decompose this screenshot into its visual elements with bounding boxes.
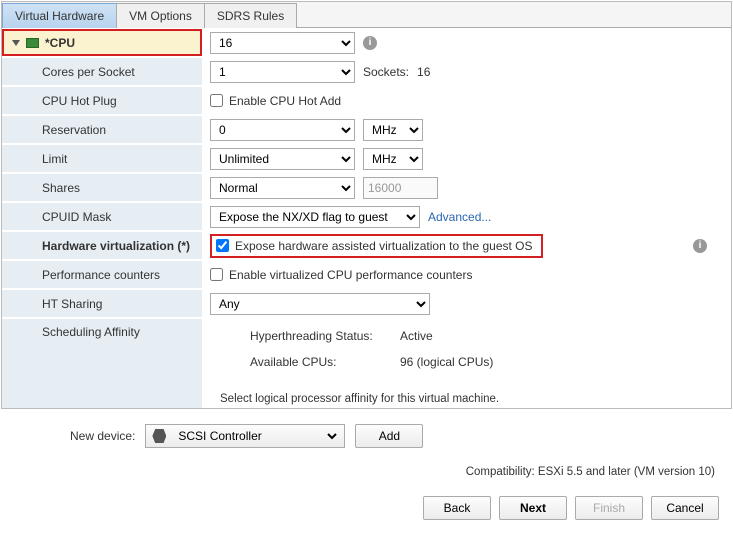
cores-per-socket-label: Cores per Socket xyxy=(2,58,202,85)
compatibility-text: Compatibility: ESXi 5.5 and later (VM ve… xyxy=(10,466,723,478)
performance-counters-row: Performance counters Enable virtualized … xyxy=(2,260,731,289)
ht-sharing-row: HT Sharing Any xyxy=(2,289,731,318)
affinity-help-1: Select logical processor affinity for th… xyxy=(220,391,640,408)
add-button[interactable]: Add xyxy=(355,424,423,448)
perf-counters-checkbox-wrap[interactable]: Enable virtualized CPU performance count… xyxy=(210,268,472,282)
ht-sharing-select[interactable]: Any xyxy=(210,293,430,315)
settings-body: *CPU 16 i Cores per Socket 1 Sockets: 16… xyxy=(2,28,731,408)
cancel-button[interactable]: Cancel xyxy=(651,496,719,520)
cpu-hot-plug-row: CPU Hot Plug Enable CPU Hot Add xyxy=(2,86,731,115)
limit-unit-select[interactable]: MHz xyxy=(363,148,423,170)
perf-counters-text: Enable virtualized CPU performance count… xyxy=(229,268,472,282)
ht-sharing-label: HT Sharing xyxy=(2,290,202,317)
shares-select[interactable]: Normal xyxy=(210,177,355,199)
cpu-hot-add-checkbox-wrap[interactable]: Enable CPU Hot Add xyxy=(210,94,341,108)
tab-strip: Virtual Hardware VM Options SDRS Rules xyxy=(2,2,731,28)
info-icon[interactable]: i xyxy=(693,239,707,253)
shares-label: Shares xyxy=(2,174,202,201)
available-cpus-value: 96 (logical CPUs) xyxy=(400,355,493,369)
hardware-virtualization-label: Hardware virtualization (*) xyxy=(2,232,202,259)
cores-per-socket-row: Cores per Socket 1 Sockets: 16 xyxy=(2,57,731,86)
ht-status-value: Active xyxy=(400,329,433,343)
new-device-label: New device: xyxy=(70,429,135,443)
cores-per-socket-select[interactable]: 1 xyxy=(210,61,355,83)
shares-value-input xyxy=(363,177,438,199)
footer: New device: SCSI Controller Add Compatib… xyxy=(0,410,733,534)
cpu-section-header[interactable]: *CPU 16 i xyxy=(2,28,731,57)
performance-counters-label: Performance counters xyxy=(2,261,202,288)
scheduling-affinity-label: Scheduling Affinity xyxy=(2,319,202,408)
info-icon[interactable]: i xyxy=(363,36,377,50)
expand-icon[interactable] xyxy=(12,40,20,46)
cpuid-mask-label: CPUID Mask xyxy=(2,203,202,230)
ht-status-label: Hyperthreading Status: xyxy=(250,329,400,343)
hv-expose-checkbox-wrap[interactable]: Expose hardware assisted virtualization … xyxy=(216,239,533,253)
limit-label: Limit xyxy=(2,145,202,172)
hardware-virtualization-row: Hardware virtualization (*) Expose hardw… xyxy=(2,231,731,260)
back-button[interactable]: Back xyxy=(423,496,491,520)
cpuid-mask-row: CPUID Mask Expose the NX/XD flag to gues… xyxy=(2,202,731,231)
cpu-hot-plug-label: CPU Hot Plug xyxy=(2,87,202,114)
scheduling-affinity-row: Scheduling Affinity Hyperthreading Statu… xyxy=(2,318,731,408)
sockets-label: Sockets: xyxy=(363,65,409,79)
finish-button: Finish xyxy=(575,496,643,520)
new-device-select[interactable]: SCSI Controller xyxy=(170,425,340,447)
hv-expose-text: Expose hardware assisted virtualization … xyxy=(235,239,533,253)
tab-virtual-hardware[interactable]: Virtual Hardware xyxy=(2,3,117,28)
reservation-unit-select[interactable]: MHz xyxy=(363,119,423,141)
sockets-value: 16 xyxy=(417,65,430,79)
tab-sdrs-rules[interactable]: SDRS Rules xyxy=(204,3,297,28)
reservation-select[interactable]: 0 xyxy=(210,119,355,141)
cpu-icon xyxy=(26,38,39,48)
cpu-header-label: *CPU xyxy=(45,36,75,50)
tab-vm-options[interactable]: VM Options xyxy=(116,3,205,28)
cpu-count-select[interactable]: 16 xyxy=(210,32,355,54)
next-button[interactable]: Next xyxy=(499,496,567,520)
device-icon xyxy=(152,429,166,443)
limit-select[interactable]: Unlimited xyxy=(210,148,355,170)
reservation-label: Reservation xyxy=(2,116,202,143)
reservation-row: Reservation 0 MHz xyxy=(2,115,731,144)
cpu-hot-add-text: Enable CPU Hot Add xyxy=(229,94,341,108)
available-cpus-label: Available CPUs: xyxy=(250,355,400,369)
cpuid-advanced-link[interactable]: Advanced... xyxy=(428,210,491,224)
perf-counters-checkbox[interactable] xyxy=(210,268,223,281)
cpuid-mask-select[interactable]: Expose the NX/XD flag to guest xyxy=(210,206,420,228)
cpu-hot-add-checkbox[interactable] xyxy=(210,94,223,107)
limit-row: Limit Unlimited MHz xyxy=(2,144,731,173)
hv-expose-checkbox[interactable] xyxy=(216,239,229,252)
shares-row: Shares Normal xyxy=(2,173,731,202)
